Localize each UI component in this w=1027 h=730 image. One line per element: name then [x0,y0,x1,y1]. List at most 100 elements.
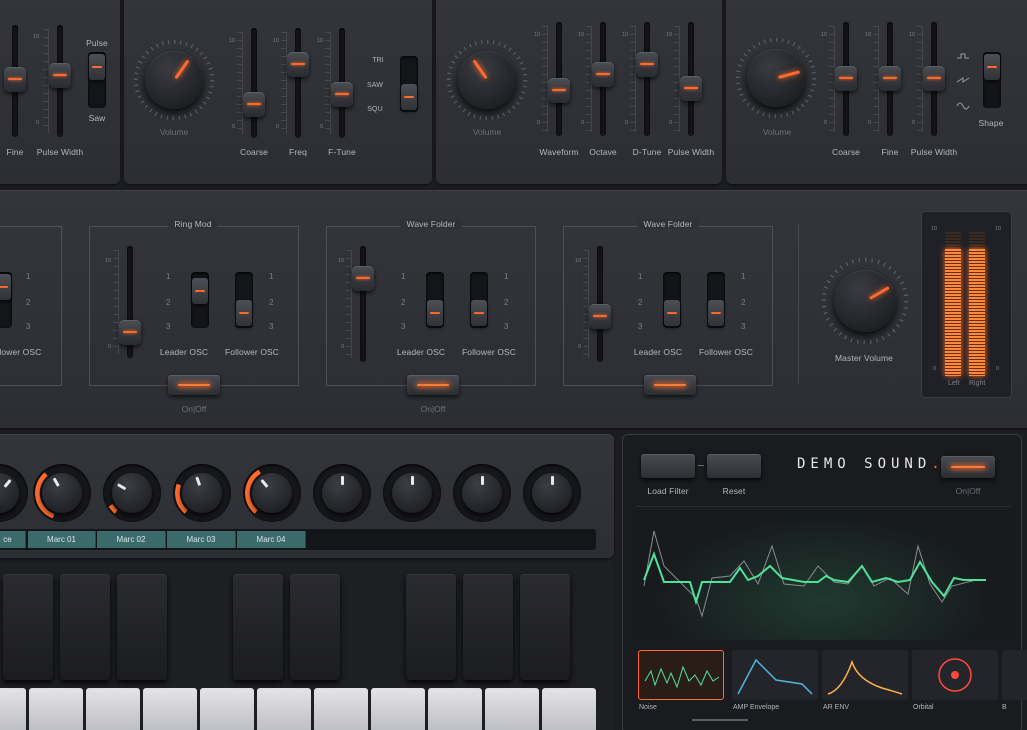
macro-tab-marc-02[interactable]: Marc 02 [97,531,166,548]
ring-mod-slider[interactable] [113,246,141,358]
wf1-leader-switch[interactable] [426,272,444,328]
macro-knob-1[interactable] [33,464,91,522]
wave-folder-1-onoff-button[interactable] [407,375,459,395]
black-key-1[interactable] [3,574,53,680]
wave-folder-2-onoff-button[interactable] [644,375,696,395]
white-key-11[interactable] [542,688,596,730]
white-key-4[interactable] [143,688,197,730]
pulse-width-slider-a[interactable] [43,25,71,137]
macro-knob-8[interactable] [523,464,581,522]
load-filter-button[interactable] [641,454,695,478]
wave-folder-2-title: Wave Folder [637,219,699,229]
macro-knob-5[interactable] [313,464,371,522]
macro-tab-marc-04[interactable]: Marc 04 [237,531,306,548]
white-key-10[interactable] [485,688,539,730]
wave-folder-2-slider[interactable] [583,246,611,362]
white-key-6[interactable] [257,688,311,730]
macro-knob-2[interactable] [103,464,161,522]
master-volume-knob[interactable] [820,256,910,346]
wave-shape-icons [956,53,970,110]
reset-button[interactable] [707,454,761,478]
ring-mod-onoff-button[interactable] [168,375,220,395]
saw-label: Saw [88,113,106,123]
pulse-saw-switch[interactable] [88,52,106,108]
pulse-width-label-a: Pulse Width [36,147,84,157]
white-key-9[interactable] [428,688,482,730]
ring-f-num-2: 2 [269,298,274,307]
ring-leader-label: Leader OSC [159,347,209,357]
wf1-l-num-3: 3 [401,322,406,331]
ring-leader-switch[interactable] [191,272,209,328]
black-key-2[interactable] [60,574,110,680]
scale-top-c4: 10 [666,32,673,38]
pulse-width-slider-d[interactable] [917,22,945,136]
white-key-2[interactable] [29,688,83,730]
coarse-slider[interactable] [237,28,265,138]
black-key-7[interactable] [463,574,513,680]
macro-tab-marc-01[interactable]: Marc 01 [28,531,96,548]
scale-top-d2: 10 [865,32,872,38]
pulse-width-slider-c[interactable] [674,22,702,136]
white-key-7[interactable] [314,688,368,730]
wf1-scale-top: 10 [338,258,345,264]
wave-folder-1-slider[interactable] [346,246,374,362]
wave-folder-1-onoff-label: On|Off [420,404,446,414]
waveform-switch-b[interactable] [400,56,418,112]
white-key-5[interactable] [200,688,254,730]
wf1-l-num-1: 1 [401,272,406,281]
button-separator [698,465,704,466]
wf1-follower-switch[interactable] [470,272,488,328]
wave-folder-1-title: Wave Folder [400,219,462,229]
wf1-follower-label: Follower OSC [461,347,517,357]
black-key-8[interactable] [520,574,570,680]
d-tune-slider[interactable] [630,22,658,136]
macro-tab-marc-03[interactable]: Marc 03 [167,531,236,548]
shape-switch[interactable] [983,52,1001,108]
volume-knob-c[interactable] [445,38,529,122]
macro-knob-4[interactable] [243,464,301,522]
shape-label: Shape [978,118,1004,128]
scale-bottom-d2: 0 [868,120,872,126]
thumb-ar-env[interactable] [822,650,908,700]
black-key-4[interactable] [233,574,283,680]
ring-f-num-1: 1 [269,272,274,281]
black-key-3[interactable] [117,574,167,680]
scale-top-b3: 10 [317,38,324,44]
waveform-label: Waveform [539,147,579,157]
fine-slider-d[interactable] [873,22,901,136]
wf1-f-num-1: 1 [504,272,509,281]
macro-knob-6[interactable] [383,464,441,522]
wf2-leader-switch[interactable] [663,272,681,328]
load-filter-label: Load Filter [647,486,689,496]
white-key-1[interactable] [0,688,26,730]
fine-slider[interactable] [4,25,26,137]
freq-slider[interactable] [281,28,309,138]
volume-knob-b[interactable] [132,38,216,122]
partial-switch[interactable] [0,272,12,328]
noise-icon [644,665,720,689]
volume-knob-d[interactable] [734,36,818,120]
black-key-6[interactable] [406,574,456,680]
thumb-amp-envelope[interactable] [732,650,818,700]
scale-bottom-a: 0 [36,120,40,126]
wf2-follower-switch[interactable] [707,272,725,328]
orbital-icon [938,658,972,692]
ring-follower-switch[interactable] [235,272,253,328]
thumb-noise[interactable] [638,650,724,700]
white-key-8[interactable] [371,688,425,730]
macro-tab-partial[interactable]: ce [0,531,26,548]
pulse-label: Pulse [86,38,108,48]
coarse-slider-d[interactable] [829,22,857,136]
thumb-orbital[interactable] [912,650,998,700]
black-key-5[interactable] [290,574,340,680]
thumb-partial[interactable] [1002,650,1027,700]
white-key-3[interactable] [86,688,140,730]
scroll-indicator[interactable] [692,719,748,721]
macro-knob-3[interactable] [173,464,231,522]
waveform-slider[interactable] [542,22,570,136]
f-tune-slider[interactable] [325,28,353,138]
wf2-l-num-1: 1 [638,272,643,281]
demo-onoff-button[interactable] [941,456,995,478]
octave-slider[interactable] [586,22,614,136]
macro-knob-7[interactable] [453,464,511,522]
